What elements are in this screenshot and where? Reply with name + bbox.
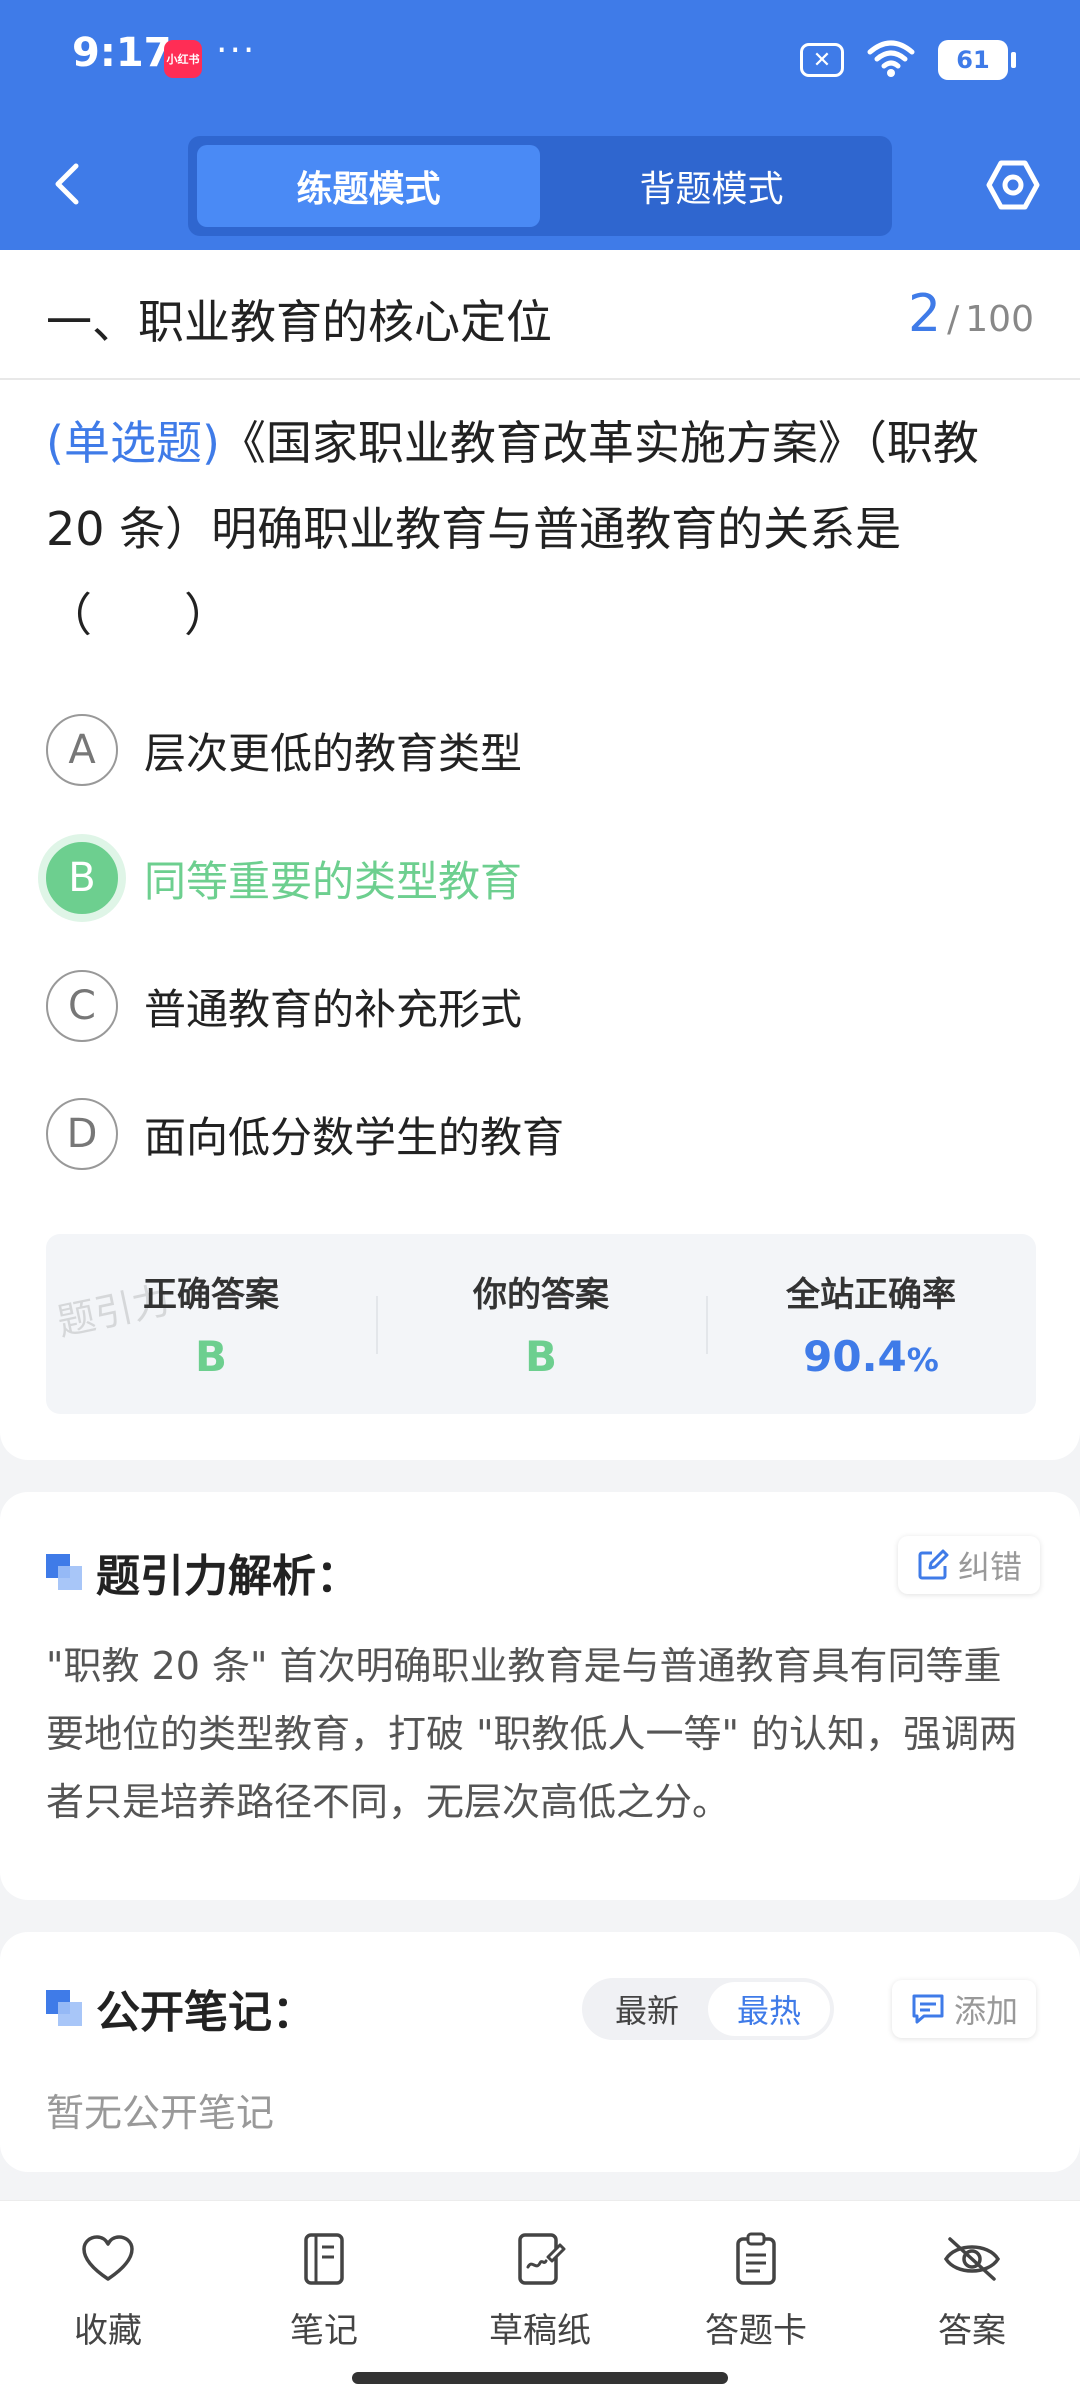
status-bar: 9:17 小红书 ··· ✕ 61 <box>0 0 1080 120</box>
sort-hot[interactable]: 最热 <box>708 1982 830 2036</box>
section-title: 一、职业教育的核心定位 <box>46 295 552 349</box>
tab-practice-mode[interactable]: 练题模式 <box>197 145 540 227</box>
chevron-left-icon <box>55 163 79 205</box>
draft-icon <box>510 2229 570 2289</box>
sim-off-icon: ✕ <box>800 43 844 77</box>
wifi-icon <box>866 38 916 82</box>
correct-answer-label: 正确答案 <box>143 1275 279 1315</box>
option-text: 普通教育的补充形式 <box>144 984 523 1034</box>
your-answer-label: 你的答案 <box>473 1275 609 1315</box>
site-accuracy-value: 90.4% <box>803 1332 939 1381</box>
edit-icon <box>918 1549 949 1580</box>
option-b[interactable]: B 同等重要的类型教育 <box>46 833 1036 923</box>
question-stem: (单选题)《国家职业教育改革实施方案》（职教 20 条）明确职业教育与普通教育的… <box>46 400 1036 658</box>
progress-current: 2 <box>908 284 942 344</box>
app-notification-icon: 小红书 <box>164 40 202 78</box>
more-notifications: ··· <box>216 30 257 71</box>
your-answer: 你的答案 B <box>376 1234 706 1414</box>
your-answer-value: B <box>524 1332 557 1381</box>
answer-sheet-button[interactable]: 答题卡 <box>676 2229 836 2352</box>
bottom-toolbar: 收藏 笔记 草稿纸 答题卡 答案 <box>0 2200 1080 2400</box>
correct-answer-value: B <box>194 1332 227 1381</box>
notes-label: 笔记 <box>290 2311 358 2351</box>
section-square-icon <box>46 1990 82 2026</box>
analysis-header: 题引力解析： <box>46 1540 360 1604</box>
correct-answer: 正确答案 B <box>46 1234 376 1414</box>
option-letter: C <box>46 970 118 1042</box>
message-icon <box>912 1994 944 2024</box>
report-error-button[interactable]: 纠错 <box>898 1536 1041 1594</box>
option-letter: A <box>46 714 118 786</box>
notes-button[interactable]: 笔记 <box>244 2229 404 2352</box>
report-error-label: 纠错 <box>958 1548 1023 1586</box>
page: 9:17 小红书 ··· ✕ 61 练题模式 背题模式 一、职业教育的核心定位 … <box>0 0 1080 2400</box>
answer-sheet-label: 答题卡 <box>705 2311 807 2351</box>
question-type: (单选题) <box>46 416 220 470</box>
sort-latest[interactable]: 最新 <box>586 1982 708 2036</box>
draft-paper-button[interactable]: 草稿纸 <box>460 2229 620 2352</box>
question-progress[interactable]: 2/100 <box>908 284 1034 344</box>
notes-title: 公开笔记： <box>96 1987 316 2038</box>
draft-paper-label: 草稿纸 <box>489 2311 591 2351</box>
show-answer-label: 答案 <box>938 2311 1006 2351</box>
site-accuracy: 全站正确率 90.4% <box>706 1234 1036 1414</box>
analysis-text: "职教 20 条" 首次明确职业教育是与普通教育具有同等重要地位的类型教育，打破… <box>46 1644 1018 1824</box>
battery-indicator: 61 <box>938 40 1016 80</box>
option-text: 同等重要的类型教育 <box>144 856 523 906</box>
option-text: 层次更低的教育类型 <box>144 728 523 778</box>
option-d[interactable]: D 面向低分数学生的教育 <box>46 1089 1036 1179</box>
section-square-icon <box>46 1554 82 1590</box>
mode-toggle: 练题模式 背题模式 <box>188 136 892 236</box>
back-button[interactable] <box>40 156 96 212</box>
notes-header: 公开笔记： <box>46 1976 316 2040</box>
option-c[interactable]: C 普通教育的补充形式 <box>46 961 1036 1051</box>
gear-icon <box>986 160 1040 210</box>
tab-memorize-mode[interactable]: 背题模式 <box>540 145 883 227</box>
option-a[interactable]: A 层次更低的教育类型 <box>46 705 1036 795</box>
progress-separator: / <box>947 299 960 340</box>
notes-empty-text: 暂无公开笔记 <box>46 2091 275 2135</box>
app-header: 9:17 小红书 ··· ✕ 61 练题模式 背题模式 <box>0 0 1080 250</box>
section-header: 一、职业教育的核心定位 2/100 <box>0 250 1080 380</box>
notes-sort-toggle: 最新 最热 <box>582 1978 834 2040</box>
heart-icon <box>78 2229 138 2289</box>
option-letter: B <box>46 842 118 914</box>
progress-total: 100 <box>965 299 1034 340</box>
notebook-icon <box>294 2229 354 2289</box>
accuracy-unit: % <box>906 1341 939 1379</box>
status-icons: ✕ 61 <box>800 38 1016 82</box>
nav-bar: 练题模式 背题模式 <box>0 130 1080 240</box>
answer-summary: 题引力 正确答案 B 你的答案 B 全站正确率 90.4% <box>46 1234 1036 1414</box>
option-letter: D <box>46 1098 118 1170</box>
status-time: 9:17 <box>72 30 172 76</box>
option-text: 面向低分数学生的教育 <box>144 1112 565 1162</box>
notes-card: 公开笔记： 最新 最热 添加 暂无公开笔记 <box>0 1932 1080 2172</box>
accuracy-number: 90.4 <box>803 1332 907 1381</box>
analysis-title: 题引力解析： <box>96 1551 360 1602</box>
show-answer-button[interactable]: 答案 <box>892 2229 1052 2352</box>
add-note-label: 添加 <box>954 1992 1019 2030</box>
home-indicator[interactable] <box>352 2372 728 2384</box>
add-note-button[interactable]: 添加 <box>892 1980 1037 2038</box>
site-accuracy-label: 全站正确率 <box>786 1275 956 1315</box>
clipboard-icon <box>726 2229 786 2289</box>
analysis-card: 题引力解析： 纠错 "职教 20 条" 首次明确职业教育是与普通教育具有同等重要… <box>0 1492 1080 1900</box>
favorite-button[interactable]: 收藏 <box>28 2229 188 2352</box>
eye-off-icon <box>942 2229 1002 2289</box>
favorite-label: 收藏 <box>74 2311 142 2351</box>
question-card: 一、职业教育的核心定位 2/100 (单选题)《国家职业教育改革实施方案》（职教… <box>0 250 1080 1460</box>
settings-button[interactable] <box>982 154 1044 216</box>
